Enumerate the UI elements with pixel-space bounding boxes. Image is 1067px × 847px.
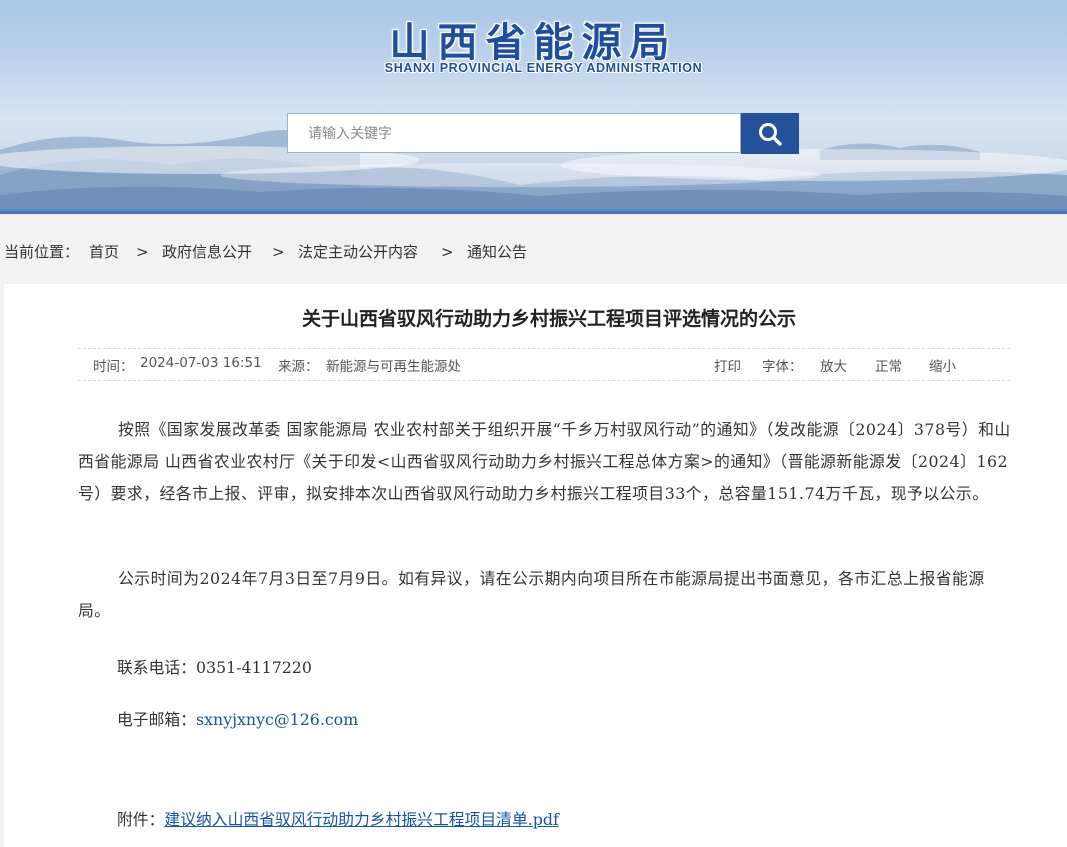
breadcrumb-label: 当前位置： (4, 243, 80, 261)
phone-label: 联系电话： (117, 658, 196, 677)
font-normal-button[interactable]: 正常 (875, 355, 902, 375)
email-value: sxnyjxnyc@126.com (196, 710, 359, 729)
article-meta: 时间： 2024-07-03 16:51 来源： 新能源与可再生能源处 打印 字… (78, 348, 1010, 381)
article-panel: 关于山西省驭风行动助力乡村振兴工程项目评选情况的公示 时间： 2024-07-0… (4, 284, 1067, 847)
contact-phone: 联系电话：0351-4117220 (117, 655, 312, 678)
search-box (287, 113, 741, 153)
font-large-button[interactable]: 放大 (820, 355, 847, 375)
email-label: 电子邮箱： (117, 710, 196, 729)
breadcrumb-gov-info[interactable]: 政府信息公开 (162, 222, 252, 282)
meta-time-value: 2024-07-03 16:51 (140, 355, 262, 371)
attachment: 附件：建议纳入山西省驭风行动助力乡村振兴工程项目清单.pdf (117, 807, 559, 830)
site-logo-cn: 山西省能源局 (389, 20, 678, 66)
article-paragraph-1: 按照《国家发展改革委 国家能源局 农业农村部关于组织开展“千乡万村驭风行动”的通… (78, 420, 1011, 503)
breadcrumb-separator: > (272, 243, 285, 261)
breadcrumb-home[interactable]: 首页 (89, 222, 119, 282)
breadcrumb: 当前位置： 首页 > 政府信息公开 > 法定主动公开内容 > 通知公告 (0, 222, 1067, 282)
site-logo-en: SHANXI PROVINCIAL ENERGY ADMINISTRATION (384, 61, 703, 75)
breadcrumb-separator: > (441, 243, 454, 261)
search-button[interactable] (741, 113, 799, 154)
search-icon (759, 122, 782, 146)
contact-email: 电子邮箱：sxnyjxnyc@126.com (117, 707, 358, 730)
breadcrumb-separator: > (136, 243, 149, 261)
print-button[interactable]: 打印 (714, 355, 741, 375)
breadcrumb-statutory-content[interactable]: 法定主动公开内容 (298, 222, 418, 282)
search-input[interactable] (288, 114, 738, 152)
breadcrumb-notices[interactable]: 通知公告 (467, 222, 527, 282)
attachment-link[interactable]: 建议纳入山西省驭风行动助力乡村振兴工程项目清单.pdf (164, 810, 558, 829)
meta-time-label: 时间： (93, 359, 134, 375)
font-small-button[interactable]: 缩小 (929, 355, 956, 375)
article-title: 关于山西省驭风行动助力乡村振兴工程项目评选情况的公示 (301, 308, 796, 330)
font-size-label: 字体： (762, 359, 803, 375)
site-header-banner: 山西省能源局 SHANXI PROVINCIAL ENERGY ADMINIST… (0, 0, 1067, 214)
attachment-label: 附件： (117, 810, 165, 829)
article-paragraph-2: 公示时间为2024年7月3日至7月9日。如有异议，请在公示期内向项目所在市能源局… (78, 569, 985, 620)
meta-source-label: 来源： (278, 359, 319, 375)
meta-source-value: 新能源与可再生能源处 (326, 359, 461, 375)
header-bottom-band (0, 208, 1067, 214)
phone-value: 0351-4117220 (196, 658, 312, 677)
